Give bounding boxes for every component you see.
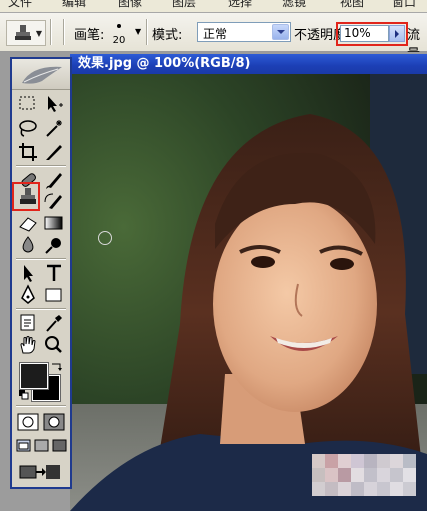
menu-image[interactable]: 图像 xyxy=(118,0,142,10)
hand-icon xyxy=(20,336,36,354)
hand-tool[interactable] xyxy=(16,334,40,356)
dodge-tool[interactable] xyxy=(42,234,66,256)
eraser-tool[interactable] xyxy=(16,212,40,234)
magic-wand-icon xyxy=(46,120,62,137)
gradient-icon xyxy=(44,216,63,230)
menu-bar: 文件 编辑 图像 图层 选择 滤镜 视图 窗口 xyxy=(0,0,427,13)
zoom-icon xyxy=(45,336,62,353)
menu-view[interactable]: 视图 xyxy=(340,0,364,10)
type-icon xyxy=(47,264,61,281)
tool-preset-picker[interactable]: ▼ xyxy=(6,20,46,46)
crop-icon xyxy=(19,143,37,161)
clone-stamp-icon xyxy=(15,25,31,40)
eyedropper-tool[interactable] xyxy=(42,312,66,334)
zoom-tool[interactable] xyxy=(42,334,66,356)
screen-mode-full[interactable] xyxy=(52,438,76,460)
eraser-icon xyxy=(19,217,37,232)
magic-wand-tool[interactable] xyxy=(42,117,66,139)
standard-mode-icon xyxy=(17,413,39,431)
feather-logo-icon xyxy=(22,66,62,84)
screen-mode-icon xyxy=(16,439,31,452)
brush-tool[interactable] xyxy=(42,169,66,191)
menu-edit[interactable]: 编辑 xyxy=(62,0,86,10)
menu-filter[interactable]: 滤镜 xyxy=(282,0,306,10)
divider xyxy=(63,19,65,45)
marquee-icon xyxy=(19,96,35,110)
shape-icon xyxy=(45,288,62,302)
swap-colors-icon[interactable] xyxy=(50,360,64,372)
portrait-photo xyxy=(70,74,427,511)
jump-to-imageready-button[interactable] xyxy=(16,461,60,483)
chevron-down-icon[interactable] xyxy=(272,24,289,40)
screen-mode-icon xyxy=(34,439,49,452)
pen-icon xyxy=(21,284,35,304)
mode-value: 正常 xyxy=(203,27,228,41)
brush-label: 画笔: xyxy=(74,28,105,43)
mode-label: 模式: xyxy=(152,28,183,43)
history-brush-icon xyxy=(44,193,62,209)
notes-icon xyxy=(20,314,35,331)
eyedropper-icon xyxy=(46,315,62,332)
slice-tool[interactable] xyxy=(42,141,66,163)
gradient-tool[interactable] xyxy=(42,212,66,234)
chevron-down-icon: ▼ xyxy=(35,29,42,38)
divider xyxy=(16,308,66,310)
crop-tool[interactable] xyxy=(16,141,40,163)
shape-tool[interactable] xyxy=(42,284,66,306)
divider xyxy=(16,405,66,407)
lasso-tool[interactable] xyxy=(16,117,40,139)
foreground-color-swatch[interactable] xyxy=(19,362,49,390)
menu-file[interactable]: 文件 xyxy=(8,0,32,10)
brush-icon xyxy=(46,173,62,189)
notes-tool[interactable] xyxy=(16,312,40,334)
watermark-mosaic xyxy=(312,454,420,496)
toolbox-header[interactable] xyxy=(12,59,70,90)
standard-mode-button[interactable] xyxy=(16,411,40,433)
quick-mask-button[interactable] xyxy=(42,411,66,433)
mode-select[interactable]: 正常 xyxy=(197,22,291,42)
move-tool[interactable] xyxy=(42,93,66,115)
type-tool[interactable] xyxy=(42,262,66,284)
divider xyxy=(50,19,52,45)
opacity-slider-button[interactable] xyxy=(389,25,405,42)
document-title: 效果.jpg @ 100%(RGB/8) xyxy=(78,56,251,71)
brush-tip-icon xyxy=(117,24,121,28)
document-title-bar[interactable]: 效果.jpg @ 100%(RGB/8) xyxy=(70,54,427,74)
pen-tool[interactable] xyxy=(16,284,40,306)
brush-cursor-icon xyxy=(98,231,112,245)
slice-icon xyxy=(46,145,62,160)
menu-select[interactable]: 选择 xyxy=(228,0,252,10)
document-canvas[interactable] xyxy=(70,74,427,511)
menu-layer[interactable]: 图层 xyxy=(172,0,196,10)
divider xyxy=(16,165,66,167)
divider xyxy=(16,258,66,260)
options-bar: ▼ 画笔: 20 ▼ 模式: 正常 不透明度: 10% 流量 xyxy=(0,13,427,62)
screen-mode-icon xyxy=(52,439,67,452)
brush-picker[interactable]: 20 xyxy=(106,18,132,46)
opacity-highlight: 10% xyxy=(336,22,408,46)
default-colors-icon[interactable] xyxy=(18,389,30,401)
brush-size: 20 xyxy=(112,35,126,46)
divider xyxy=(146,19,148,45)
selected-tool-highlight xyxy=(12,182,40,211)
path-select-icon xyxy=(24,265,33,282)
marquee-tool[interactable] xyxy=(16,93,40,115)
toolbox xyxy=(10,57,72,489)
path-select-tool[interactable] xyxy=(16,262,40,284)
opacity-input[interactable]: 10% xyxy=(340,25,389,42)
move-icon xyxy=(48,96,63,112)
imageready-icon xyxy=(19,465,60,479)
history-brush-tool[interactable] xyxy=(42,190,66,212)
menu-window[interactable]: 窗口 xyxy=(392,0,416,10)
blur-icon xyxy=(22,236,34,253)
brush-dropdown-icon[interactable]: ▼ xyxy=(135,27,141,36)
lasso-icon xyxy=(19,120,37,137)
dodge-icon xyxy=(45,238,61,254)
quick-mask-icon xyxy=(43,413,65,431)
blur-tool[interactable] xyxy=(16,234,40,256)
